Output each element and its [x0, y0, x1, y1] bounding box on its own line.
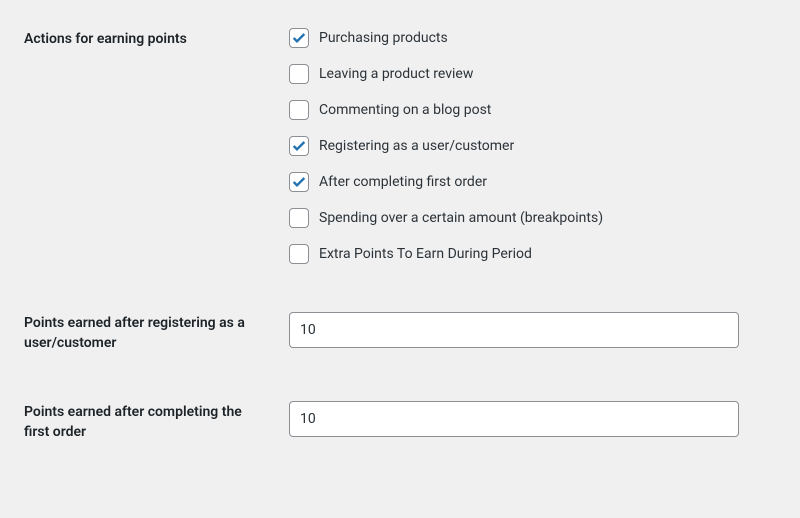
points-register-input[interactable]: [289, 312, 739, 348]
points-first-order-row: Points earned after completing the first…: [24, 401, 776, 442]
checkbox-item-breakpoints: Spending over a certain amount (breakpoi…: [289, 208, 776, 228]
checkbox-label: Leaving a product review: [319, 65, 473, 83]
checkbox-extra-period[interactable]: [289, 244, 309, 264]
label-column: Points earned after completing the first…: [24, 401, 289, 442]
checkbox-breakpoints[interactable]: [289, 208, 309, 228]
checkbox-item-review: Leaving a product review: [289, 64, 776, 84]
points-register-label: Points earned after registering as a use…: [24, 314, 269, 353]
checkbox-label: Commenting on a blog post: [319, 101, 491, 119]
checkbox-item-first-order: After completing first order: [289, 172, 776, 192]
checkbox-item-register: Registering as a user/customer: [289, 136, 776, 156]
check-icon: [291, 138, 307, 154]
points-register-row: Points earned after registering as a use…: [24, 312, 776, 353]
checkbox-commenting-blog[interactable]: [289, 100, 309, 120]
actions-label: Actions for earning points: [24, 30, 269, 50]
checkbox-label: Registering as a user/customer: [319, 137, 514, 155]
actions-control-column: Purchasing products Leaving a product re…: [289, 28, 776, 264]
checkbox-label: Purchasing products: [319, 29, 448, 47]
checkbox-label: Spending over a certain amount (breakpoi…: [319, 209, 603, 227]
control-column: [289, 312, 776, 353]
points-first-order-input[interactable]: [289, 401, 739, 437]
checkbox-label: Extra Points To Earn During Period: [319, 245, 532, 263]
actions-for-earning-points-row: Actions for earning points Purchasing pr…: [24, 28, 776, 264]
checkbox-item-extra-period: Extra Points To Earn During Period: [289, 244, 776, 264]
checkbox-item-purchasing: Purchasing products: [289, 28, 776, 48]
checkbox-label: After completing first order: [319, 173, 487, 191]
label-column: Points earned after registering as a use…: [24, 312, 289, 353]
check-icon: [291, 174, 307, 190]
checkbox-purchasing-products[interactable]: [289, 28, 309, 48]
checkbox-registering-user[interactable]: [289, 136, 309, 156]
checkbox-leaving-review[interactable]: [289, 64, 309, 84]
check-icon: [291, 30, 307, 46]
points-first-order-label: Points earned after completing the first…: [24, 403, 269, 442]
checkbox-item-comment: Commenting on a blog post: [289, 100, 776, 120]
control-column: [289, 401, 776, 442]
checkbox-first-order[interactable]: [289, 172, 309, 192]
label-column: Actions for earning points: [24, 28, 289, 264]
